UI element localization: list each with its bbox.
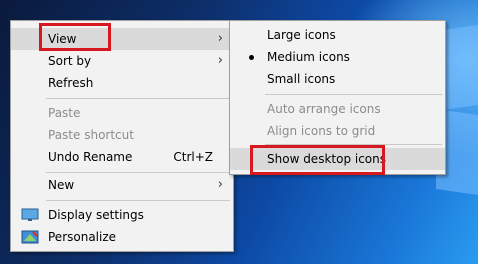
menu-item-label: Medium icons [267,50,350,64]
selected-bullet-icon [249,55,254,60]
menu-item-label: Refresh [48,76,94,90]
menu-item-label: Undo Rename [48,150,133,164]
menu-item-new[interactable]: New › [11,174,233,196]
menu-item-label: Large icons [267,28,336,42]
personalize-icon [21,230,39,244]
menu-item-paste[interactable]: Paste [11,102,233,124]
menu-item-label: Auto arrange icons [267,102,381,116]
submenu-item-align-to-grid[interactable]: Align icons to grid [230,120,445,142]
menu-item-label: Personalize [48,230,117,244]
submenu-item-large-icons[interactable]: Large icons [230,24,445,46]
menu-item-label: Paste [48,106,81,120]
menu-item-label: Small icons [267,72,336,86]
menu-separator [46,200,230,201]
chevron-right-icon: › [217,53,223,68]
menu-item-label: Display settings [48,208,144,222]
menu-item-label: Align icons to grid [267,124,376,138]
menu-item-label: New [48,178,75,192]
menu-item-undo-rename[interactable]: Undo Rename Ctrl+Z [11,146,233,168]
desktop-context-menu: View › Sort by › Refresh Paste Paste sho… [10,20,234,252]
menu-item-display-settings[interactable]: Display settings [11,204,233,226]
menu-item-shortcut: Ctrl+Z [173,150,213,164]
chevron-right-icon: › [217,31,223,46]
menu-item-paste-shortcut[interactable]: Paste shortcut [11,124,233,146]
menu-item-label: Sort by [48,54,92,68]
submenu-item-medium-icons[interactable]: Medium icons [230,46,445,68]
menu-item-personalize[interactable]: Personalize [11,226,233,248]
menu-separator [46,98,230,99]
menu-item-sort-by[interactable]: Sort by › [11,50,233,72]
menu-item-label: Paste shortcut [48,128,134,142]
submenu-item-auto-arrange[interactable]: Auto arrange icons [230,98,445,120]
submenu-item-small-icons[interactable]: Small icons [230,68,445,90]
highlight-box-view [39,23,111,51]
menu-separator [265,94,442,95]
chevron-right-icon: › [217,177,223,192]
highlight-box-show-desktop-icons [250,145,385,175]
display-icon [21,208,39,221]
menu-item-refresh[interactable]: Refresh [11,72,233,94]
menu-separator [46,172,230,173]
